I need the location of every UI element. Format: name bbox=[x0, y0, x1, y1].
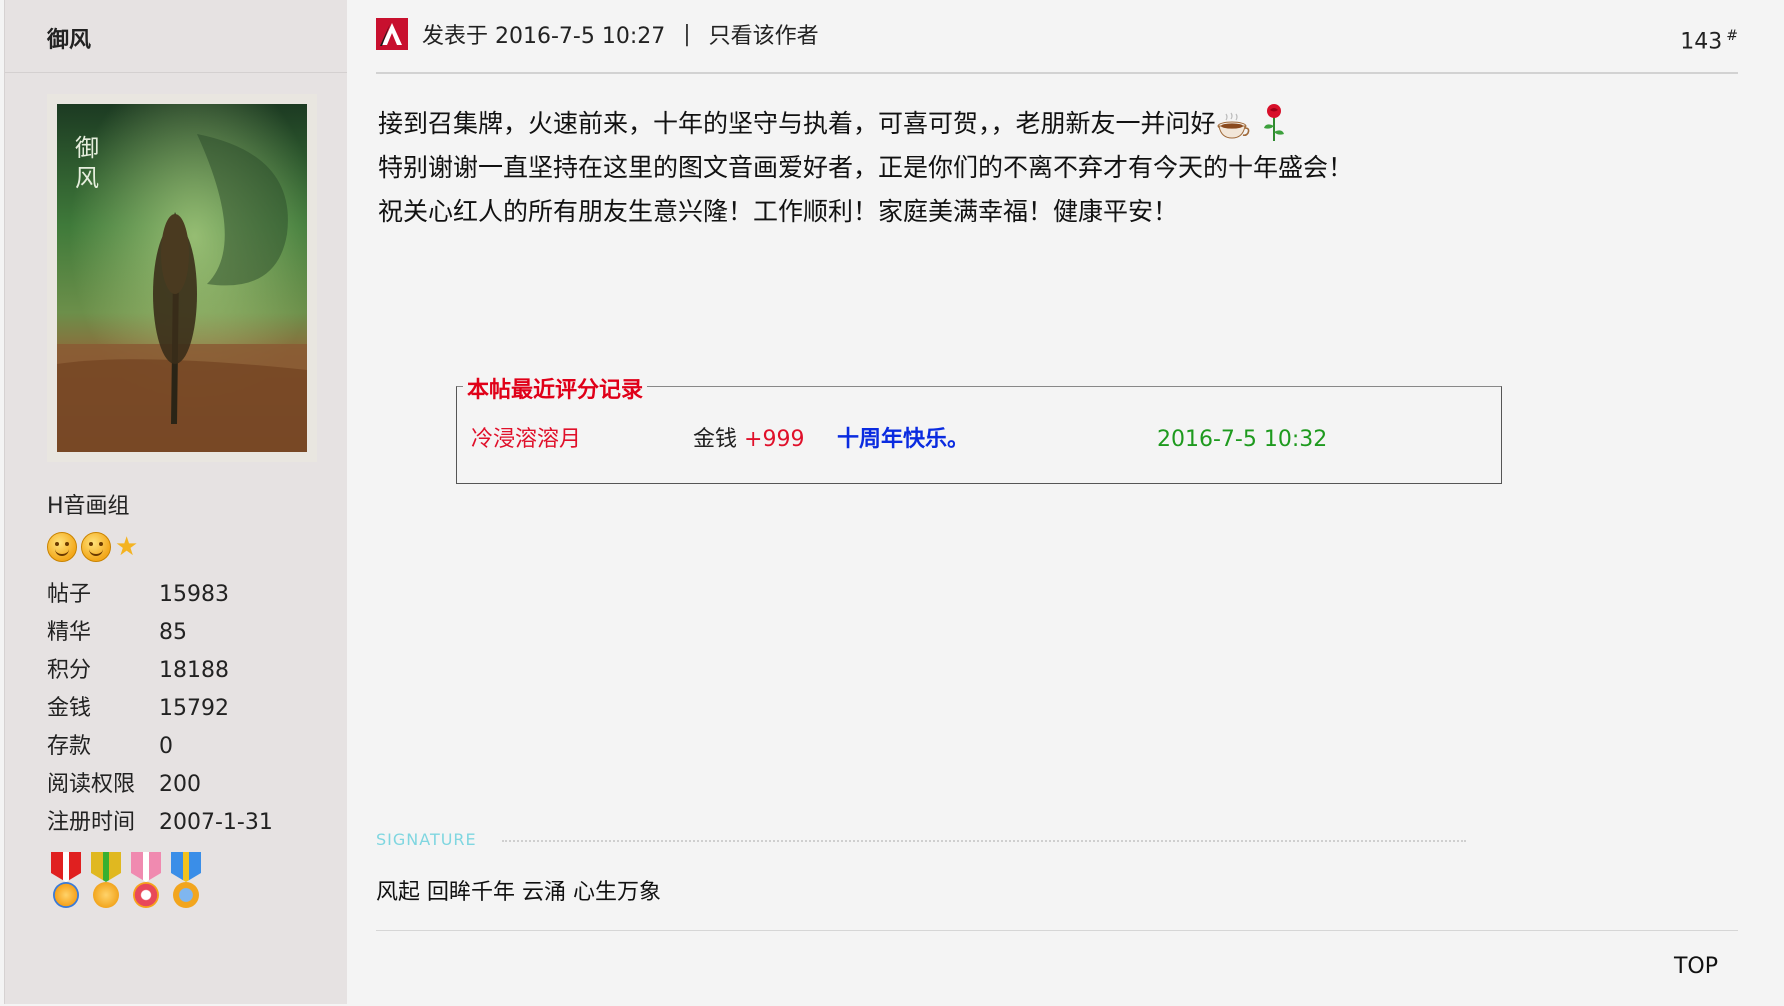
medal-icon[interactable] bbox=[127, 852, 165, 918]
floor-mark: # bbox=[1726, 28, 1738, 44]
rating-user-link[interactable]: 冷浸溶溶月 bbox=[471, 425, 581, 455]
stat-value: 85 bbox=[159, 620, 187, 645]
svg-text:风: 风 bbox=[75, 164, 99, 192]
stat-label: 积分 bbox=[47, 658, 92, 683]
smile-icon bbox=[81, 532, 111, 562]
stat-deposit: 存款 0 bbox=[47, 728, 273, 766]
stat-read-permission: 阅读权限 200 bbox=[47, 766, 273, 804]
floor-number[interactable]: 143 # bbox=[1680, 28, 1738, 54]
smile-icon bbox=[47, 532, 77, 562]
avatar[interactable]: 御 风 bbox=[47, 94, 317, 462]
user-group[interactable]: H音画组 bbox=[47, 488, 130, 520]
rating-value: +999 bbox=[744, 427, 805, 452]
stat-label: 注册时间 bbox=[47, 810, 136, 835]
author-stats: 帖子 15983 精华 85 积分 18188 金钱 15792 存款 0 阅读权限 200… bbox=[47, 576, 273, 842]
post-line: 祝关心红人的所有朋友生意兴隆！工作顺利！家庭美满幸福！健康平安！ bbox=[378, 197, 1179, 226]
stat-label: 阅读权限 bbox=[47, 772, 136, 797]
coffee-icon bbox=[1216, 112, 1250, 139]
medal-icon[interactable] bbox=[87, 852, 125, 918]
floor-value: 143 bbox=[1680, 29, 1723, 55]
stat-digest: 精华 85 bbox=[47, 614, 273, 652]
author-name[interactable]: 御风 bbox=[47, 22, 91, 54]
stat-value: 15792 bbox=[159, 696, 229, 721]
header-separator: | bbox=[683, 21, 691, 47]
rating-legend: 本帖最近评分记录 bbox=[463, 372, 648, 404]
medal-icon[interactable] bbox=[167, 852, 205, 918]
signature-text: 风起 回眸千年 云涌 心生万象 bbox=[376, 880, 661, 905]
header-divider bbox=[376, 72, 1738, 74]
avatar-image: 御 风 bbox=[47, 94, 317, 462]
footer-divider bbox=[376, 930, 1738, 931]
medals bbox=[47, 852, 205, 918]
stat-label: 金钱 bbox=[47, 696, 92, 721]
post-main: 发表于 2016-7-5 10:27 | 只看该作者 143 # 接到召集牌，火速… bbox=[346, 0, 1784, 1004]
stat-value: 200 bbox=[159, 772, 201, 797]
rating-time: 2016-7-5 10:32 bbox=[1157, 427, 1328, 452]
top-link[interactable]: TOP bbox=[1674, 954, 1718, 979]
stat-money: 金钱 15792 bbox=[47, 690, 273, 728]
post-content: 接到召集牌，火速前来，十年的坚守与执着，可喜可贺，，老朋新友一并问好 特别谢谢一… bbox=[378, 102, 1353, 234]
stat-label: 存款 bbox=[47, 734, 92, 759]
signature-label: SIGNATURE bbox=[376, 830, 477, 849]
post-line: 接到召集牌，火速前来，十年的坚守与执着，可喜可贺，，老朋新友一并问好 bbox=[378, 102, 1353, 146]
stat-label: 帖子 bbox=[47, 582, 92, 607]
adobe-icon bbox=[376, 18, 408, 50]
stat-credits: 积分 18188 bbox=[47, 652, 273, 690]
rating-entry: 冷浸溶溶月 金钱 +999 十周年快乐。 2016-7-5 10:32 bbox=[471, 425, 1491, 455]
avatar-caption: 御 bbox=[75, 134, 99, 162]
post-header: 发表于 2016-7-5 10:27 | 只看该作者 bbox=[376, 18, 819, 50]
signature-divider bbox=[502, 840, 1466, 842]
posted-time: 发表于 2016-7-5 10:27 bbox=[422, 24, 666, 49]
author-sidebar: 御风 御 风 H音画组 ★ 帖子 15983 精华 85 积分 18188 金钱… bbox=[4, 0, 347, 1004]
post-line: 特别谢谢一直坚持在这里的图文音画爱好者，正是你们的不离不弃才有今天的十年盛会！ bbox=[378, 153, 1354, 182]
star-icon: ★ bbox=[115, 532, 139, 562]
medal-icon[interactable] bbox=[47, 852, 85, 918]
stat-label: 精华 bbox=[47, 620, 92, 645]
rating-field: 金钱 bbox=[693, 427, 738, 452]
rose-icon bbox=[1260, 102, 1288, 142]
rank-icons: ★ bbox=[47, 532, 138, 562]
stat-value: 15983 bbox=[159, 582, 229, 607]
stat-value: 0 bbox=[159, 734, 173, 759]
stat-value: 2007-1-31 bbox=[159, 810, 273, 835]
only-author-link[interactable]: 只看该作者 bbox=[709, 18, 819, 50]
stat-posts: 帖子 15983 bbox=[47, 576, 273, 614]
stat-register-date: 注册时间 2007-1-31 bbox=[47, 804, 273, 842]
rating-log: 本帖最近评分记录 冷浸溶溶月 金钱 +999 十周年快乐。 2016-7-5 1… bbox=[456, 372, 1502, 484]
rating-amount: 金钱 +999 bbox=[693, 425, 804, 455]
rating-reason: 十周年快乐。 bbox=[837, 427, 970, 452]
stat-value: 18188 bbox=[159, 658, 229, 683]
sidebar-divider bbox=[5, 72, 347, 73]
